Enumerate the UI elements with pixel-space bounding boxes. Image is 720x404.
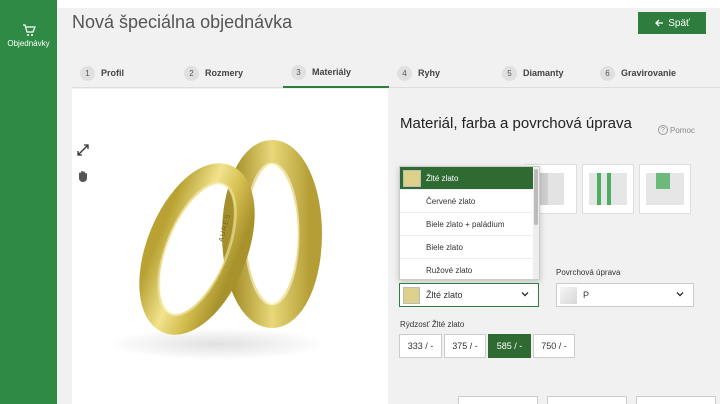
option-label: Žlté zlato <box>426 173 459 183</box>
surface-label: Povrchová úprava <box>556 268 621 277</box>
step-label: Diamanty <box>523 68 564 78</box>
question-icon: ? <box>658 125 668 135</box>
option-label: Biele zlato <box>426 242 463 252</box>
sidebar-item-label: Objednávky <box>7 39 50 48</box>
cart-icon <box>22 24 36 36</box>
tab-profil[interactable]: 1 Profil <box>80 58 180 88</box>
option-label: Biele zlato + paládium <box>426 219 505 229</box>
gold-swatch <box>403 286 420 304</box>
profile-swatch[interactable] <box>639 164 691 214</box>
chevron-down-icon <box>676 292 684 297</box>
material-dropdown-list: Žlté zlato Červené zlato Biele zlato + p… <box>399 166 540 280</box>
help-label: Pomoc <box>670 125 695 135</box>
material-option[interactable]: Biele zlato + paládium <box>400 213 534 236</box>
sidebar: Objednávky <box>0 0 57 404</box>
bottom-button[interactable] <box>636 396 716 404</box>
scrollbar-thumb[interactable] <box>534 169 538 225</box>
fineness-label: Rýdzosť Žlté zlato <box>400 320 465 329</box>
sidebar-item-orders[interactable]: Objednávky <box>0 18 57 58</box>
step-label: Rozmery <box>205 68 244 78</box>
top-bar <box>57 0 720 8</box>
arrow-left-icon <box>655 19 664 27</box>
fineness-option[interactable]: 375 / - <box>444 334 486 358</box>
material-option[interactable]: Žlté zlato <box>400 167 534 190</box>
surface-select-value: P <box>583 290 590 300</box>
step-number: 5 <box>502 65 517 81</box>
step-number: 1 <box>80 65 95 81</box>
material-option[interactable]: Červené zlato <box>400 190 534 213</box>
option-label: Červené zlato <box>426 196 476 206</box>
fineness-option[interactable]: 333 / - <box>399 334 442 358</box>
tab-materialy[interactable]: 3 Materiály <box>283 58 389 88</box>
tab-rozmery[interactable]: 2 Rozmery <box>184 58 284 88</box>
step-number: 3 <box>291 64 306 80</box>
surface-swatch <box>560 286 577 304</box>
help-link[interactable]: ? Pomoc <box>658 125 695 135</box>
rings-image <box>107 140 327 360</box>
step-number: 4 <box>397 65 412 81</box>
fineness-option[interactable]: 750 / - <box>533 334 575 358</box>
fineness-option[interactable]: 585 / - <box>488 334 531 358</box>
tab-ryhy[interactable]: 4 Ryhy <box>397 58 497 88</box>
panel-title: Materiál, farba a povrchová úprava <box>400 115 632 132</box>
step-number: 6 <box>600 65 615 81</box>
back-label: Späť <box>668 17 690 29</box>
back-button[interactable]: Späť <box>638 12 706 34</box>
dropdown-scrollbar[interactable] <box>533 167 539 279</box>
surface-select[interactable]: P <box>556 283 694 307</box>
step-label: Materiály <box>312 67 352 77</box>
chevron-down-icon <box>521 292 529 297</box>
tab-diamanty[interactable]: 5 Diamanty <box>502 58 602 88</box>
step-label: Ryhy <box>418 68 441 78</box>
material-select[interactable]: Žlté zlato <box>399 283 539 307</box>
step-tabs: 1 Profil 2 Rozmery 3 Materiály 4 Ryhy 5 … <box>72 58 720 88</box>
bottom-button[interactable] <box>547 396 627 404</box>
ring-preview: AURES <box>72 89 388 404</box>
profile-swatch[interactable] <box>582 164 634 214</box>
profile-preview <box>646 173 684 205</box>
profile-preview <box>589 173 627 205</box>
option-label: Ružové zlato <box>426 265 473 275</box>
material-option[interactable]: Ružové zlato <box>400 259 534 279</box>
tab-gravirovanie[interactable]: 6 Gravirovanie <box>600 58 710 88</box>
page-title: Nová špeciálna objednávka <box>72 12 293 32</box>
bottom-button[interactable] <box>458 396 538 404</box>
material-option[interactable]: Biele zlato <box>400 236 534 259</box>
step-label: Profil <box>101 68 125 78</box>
step-label: Gravirovanie <box>621 68 677 78</box>
gold-swatch <box>403 170 421 187</box>
material-select-value: Žlté zlato <box>426 290 463 300</box>
step-number: 2 <box>184 65 199 81</box>
